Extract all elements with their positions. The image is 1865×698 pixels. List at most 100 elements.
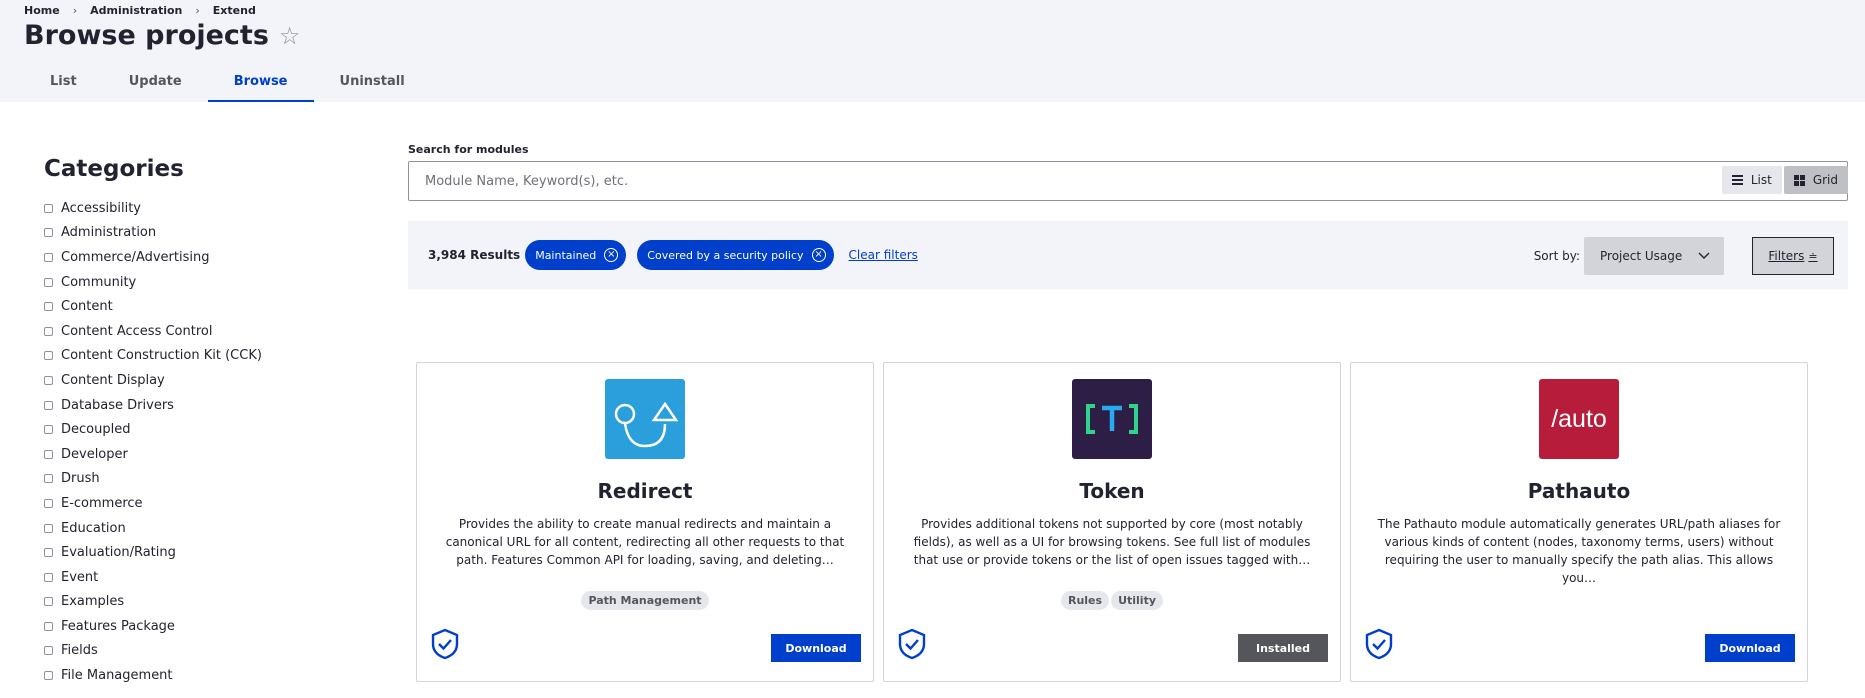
project-title[interactable]: Pathauto — [1351, 479, 1807, 503]
category-item[interactable]: Database Drivers — [44, 393, 344, 418]
category-checkbox[interactable] — [44, 425, 53, 435]
category-label: Content — [61, 299, 113, 315]
redirect-arrow-icon — [614, 401, 679, 448]
breadcrumb-administration[interactable]: Administration — [90, 4, 182, 17]
pathauto-logo-text: /auto — [1551, 404, 1607, 433]
category-checkbox[interactable] — [44, 375, 53, 385]
project-title[interactable]: Redirect — [417, 479, 873, 503]
category-item[interactable]: Developer — [44, 442, 344, 467]
breadcrumb: Home › Administration › Extend — [24, 4, 256, 17]
filters-button[interactable]: Filters ≐ — [1752, 237, 1834, 275]
project-tag[interactable]: Path Management — [581, 591, 709, 610]
category-checkbox[interactable] — [44, 203, 53, 213]
category-checkbox[interactable] — [44, 277, 53, 287]
sort-value: Project Usage — [1600, 249, 1683, 263]
project-tag[interactable]: Utility — [1111, 591, 1164, 610]
category-label: Database Drivers — [61, 397, 174, 413]
category-item[interactable]: Administration — [44, 221, 344, 246]
category-item[interactable]: Content Display — [44, 368, 344, 393]
security-shield-icon — [431, 628, 459, 660]
filter-chip-maintained[interactable]: Maintained × — [525, 240, 627, 270]
category-item[interactable]: Drush — [44, 467, 344, 492]
category-item[interactable]: Content Construction Kit (CCK) — [44, 344, 344, 369]
project-grid: Redirect Provides the ability to create … — [416, 362, 1817, 682]
tab-browse[interactable]: Browse — [207, 66, 314, 102]
category-item[interactable]: Education — [44, 516, 344, 541]
category-item[interactable]: Fields — [44, 639, 344, 664]
close-icon[interactable]: × — [811, 248, 826, 262]
category-checkbox[interactable] — [44, 572, 53, 582]
category-checkbox[interactable] — [44, 400, 53, 410]
category-checkbox[interactable] — [44, 597, 53, 607]
search-input[interactable] — [423, 172, 1809, 190]
category-checkbox[interactable] — [44, 474, 53, 484]
category-label: Features Package — [61, 618, 175, 634]
category-checkbox[interactable] — [44, 228, 53, 238]
category-item[interactable]: Content — [44, 294, 344, 319]
grid-icon — [1793, 174, 1805, 186]
tab-update[interactable]: Update — [103, 66, 208, 102]
filter-chip-label: Covered by a security policy — [647, 248, 804, 262]
breadcrumb-home[interactable]: Home — [24, 4, 60, 17]
sort-select[interactable]: Project Usage — [1584, 237, 1724, 275]
project-description: The Pathauto module automatically genera… — [1377, 517, 1781, 585]
filters-button-label: Filters — [1768, 249, 1805, 263]
category-item[interactable]: E-commerce — [44, 491, 344, 516]
category-item[interactable]: Community — [44, 270, 344, 295]
clear-filters-link[interactable]: Clear filters — [849, 248, 918, 262]
category-item[interactable]: Features Package — [44, 614, 344, 639]
category-checkbox[interactable] — [44, 449, 53, 459]
project-card-token[interactable]: Token Provides additional tokens not sup… — [883, 362, 1341, 682]
category-checkbox[interactable] — [44, 548, 53, 558]
category-item[interactable]: Commerce/Advertising — [44, 245, 344, 270]
project-description: Provides the ability to create manual re… — [445, 517, 845, 567]
grid-view-button[interactable]: Grid — [1783, 166, 1848, 194]
project-tag[interactable]: Rules — [1060, 591, 1110, 610]
category-checkbox[interactable] — [44, 498, 53, 508]
category-label: Developer — [61, 446, 128, 462]
category-item[interactable]: File Management — [44, 663, 344, 688]
project-card-redirect[interactable]: Redirect Provides the ability to create … — [416, 362, 874, 682]
project-card-pathauto[interactable]: /auto Pathauto The Pathauto module autom… — [1350, 362, 1808, 682]
category-item[interactable]: Event — [44, 565, 344, 590]
project-title[interactable]: Token — [884, 479, 1340, 503]
token-bracket-icon — [1086, 404, 1138, 434]
list-view-button[interactable]: List — [1721, 166, 1782, 194]
filter-lines-icon: ≐ — [1808, 249, 1818, 263]
category-checkbox[interactable] — [44, 621, 53, 631]
category-checkbox[interactable] — [44, 671, 53, 681]
redirect-logo-icon — [605, 379, 685, 459]
close-icon[interactable]: × — [604, 248, 619, 262]
breadcrumb-separator: › — [72, 4, 78, 17]
category-label: Event — [61, 569, 99, 585]
category-checkbox[interactable] — [44, 351, 53, 361]
download-button[interactable]: Download — [1705, 634, 1795, 662]
category-item[interactable]: Examples — [44, 590, 344, 615]
filter-chip-security[interactable]: Covered by a security policy × — [637, 240, 834, 270]
breadcrumb-extend[interactable]: Extend — [213, 4, 256, 17]
category-label: Community — [61, 274, 137, 290]
category-checkbox[interactable] — [44, 326, 53, 336]
category-item[interactable]: Evaluation/Rating — [44, 540, 344, 565]
categories-sidebar: Categories Accessibility Administration Co… — [44, 156, 344, 688]
category-item[interactable]: Accessibility — [44, 196, 344, 221]
category-checkbox[interactable] — [44, 523, 53, 533]
filter-bar: 3,984 Results Maintained × Covered by a … — [408, 221, 1848, 289]
category-checkbox[interactable] — [44, 252, 53, 262]
category-checkbox[interactable] — [44, 646, 53, 656]
category-label: Content Construction Kit (CCK) — [61, 348, 262, 364]
search-box — [408, 161, 1848, 201]
page-title: Browse projects — [24, 20, 269, 51]
project-tags: Rules Utility — [884, 591, 1340, 610]
category-item[interactable]: Content Access Control — [44, 319, 344, 344]
tab-list[interactable]: List — [24, 66, 103, 102]
download-button[interactable]: Download — [771, 634, 861, 662]
star-icon[interactable]: ☆ — [279, 24, 301, 48]
category-checkbox[interactable] — [44, 302, 53, 312]
category-label: Education — [61, 520, 126, 536]
tab-uninstall[interactable]: Uninstall — [314, 66, 431, 102]
security-shield-icon — [1365, 628, 1393, 660]
security-shield-icon — [898, 628, 926, 660]
category-item[interactable]: Decoupled — [44, 417, 344, 442]
category-label: E-commerce — [61, 495, 143, 511]
